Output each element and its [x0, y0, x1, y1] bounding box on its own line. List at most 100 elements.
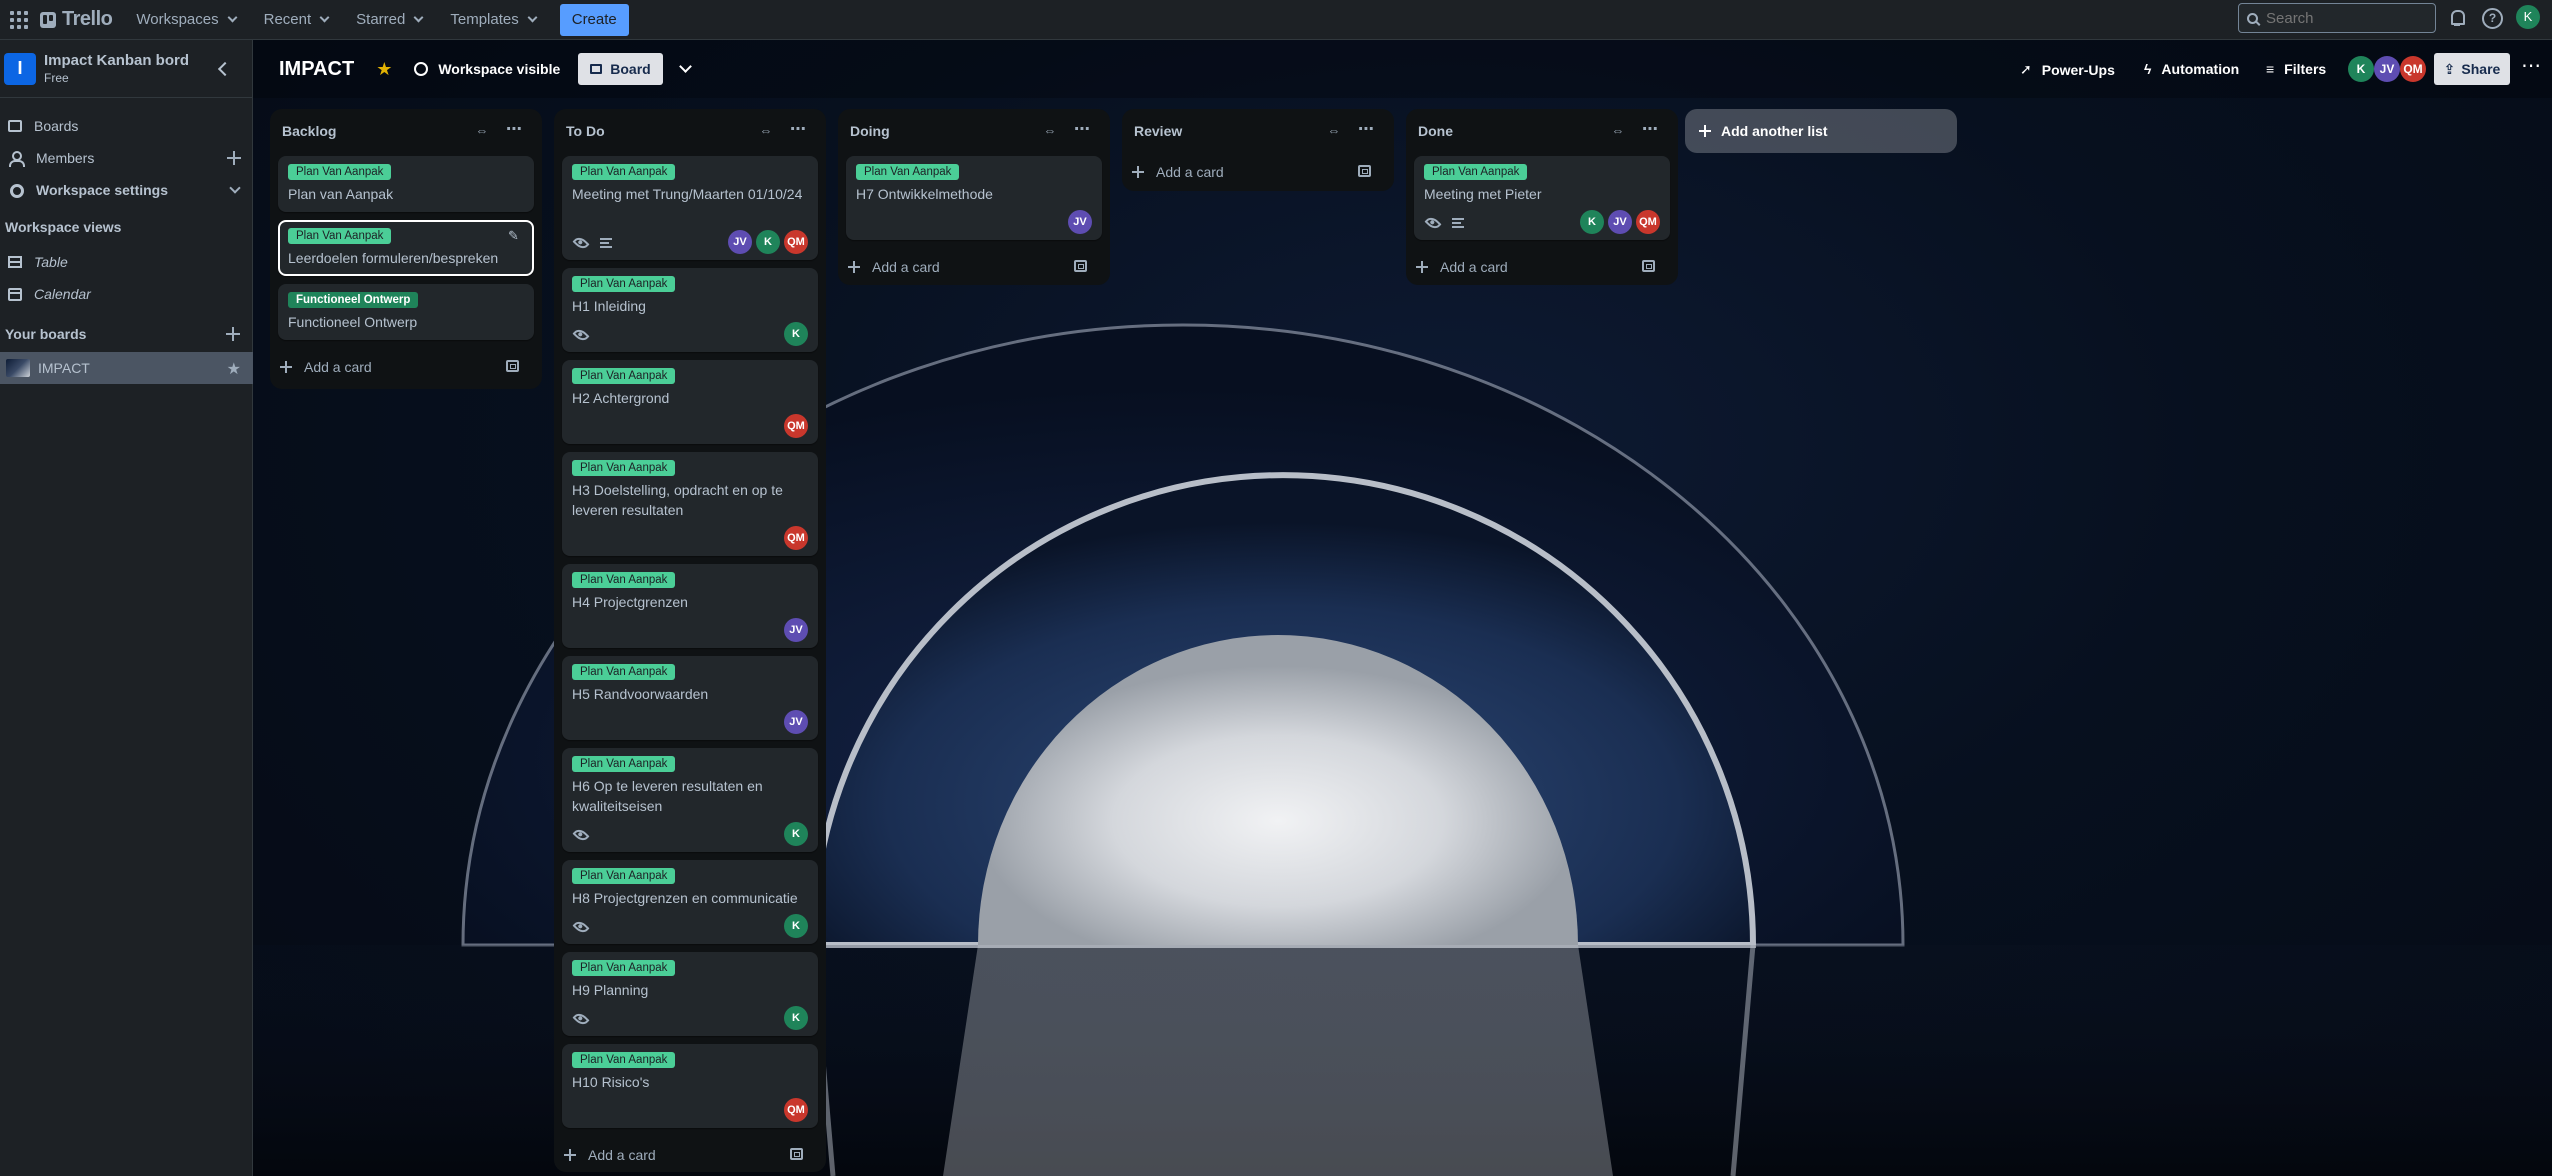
card-label[interactable]: Plan Van Aanpak	[288, 164, 392, 180]
add-card-button[interactable]: Add a card	[1132, 156, 1224, 188]
sidebar-item-table[interactable]: Table	[0, 246, 253, 278]
collapse-sidebar-icon[interactable]	[214, 60, 232, 78]
card[interactable]: Plan Van Aanpak H8 Projectgrenzen en com…	[562, 860, 818, 944]
list-title[interactable]: Backlog	[282, 123, 336, 139]
card[interactable]: Plan Van Aanpak Meeting met Pieter K JV …	[1414, 156, 1670, 240]
card-label[interactable]: Plan Van Aanpak	[572, 572, 676, 588]
list-title[interactable]: Done	[1418, 123, 1453, 139]
add-card-button[interactable]: Add a card	[848, 251, 940, 283]
card-member-avatar[interactable]: QM	[784, 1098, 808, 1122]
workspace-logo[interactable]: I	[4, 52, 36, 85]
create-from-template-icon[interactable]	[1358, 165, 1371, 177]
add-card-button[interactable]: Add a card	[564, 1139, 656, 1171]
board-member-avatar[interactable]: QM	[2400, 56, 2426, 82]
user-avatar[interactable]: K	[2516, 5, 2540, 29]
workspace-name[interactable]: Impact Kanban bord	[44, 52, 189, 70]
create-from-template-icon[interactable]	[1642, 260, 1655, 272]
recent-menu[interactable]: Recent	[252, 4, 341, 36]
board-menu-more-icon[interactable]: ⋯	[2520, 56, 2542, 80]
card-label[interactable]: Plan Van Aanpak	[572, 460, 676, 476]
workspaces-menu[interactable]: Workspaces	[124, 4, 247, 36]
create-from-template-icon[interactable]	[506, 360, 519, 372]
collapse-list-icon[interactable]: ⇔	[1042, 123, 1058, 138]
power-ups-button[interactable]: ➚ Power-Ups	[2020, 61, 2115, 78]
card[interactable]: Plan Van Aanpak H3 Doelstelling, opdrach…	[562, 452, 818, 556]
card-member-avatar[interactable]: QM	[784, 526, 808, 550]
card-member-avatar[interactable]: K	[784, 822, 808, 846]
templates-menu[interactable]: Templates	[438, 4, 547, 36]
help-icon[interactable]	[2480, 7, 2503, 29]
card-label[interactable]: Functioneel Ontwerp	[288, 292, 419, 308]
trello-logo[interactable]: Trello	[40, 8, 113, 31]
list-title[interactable]: Doing	[850, 123, 890, 139]
card-member-avatar[interactable]: K	[784, 914, 808, 938]
list-more-icon[interactable]: ⋯	[1640, 119, 1660, 138]
add-card-button[interactable]: Add a card	[280, 351, 372, 383]
sidebar-item-calendar[interactable]: Calendar	[0, 278, 253, 310]
card-label[interactable]: Plan Van Aanpak	[1424, 164, 1528, 180]
card[interactable]: Plan Van Aanpak H4 Projectgrenzen JV	[562, 564, 818, 648]
collapse-list-icon[interactable]: ⇔	[474, 123, 490, 138]
board-member-avatar[interactable]: JV	[2374, 56, 2400, 82]
add-another-list-button[interactable]: Add another list	[1685, 109, 1957, 153]
list-more-icon[interactable]: ⋯	[1072, 119, 1092, 138]
add-board-plus-icon[interactable]	[226, 327, 240, 341]
collapse-list-icon[interactable]: ⇔	[1610, 123, 1626, 138]
starred-menu[interactable]: Starred	[344, 4, 434, 36]
card-label[interactable]: Plan Van Aanpak	[572, 664, 676, 680]
card-member-avatar[interactable]: K	[1580, 210, 1604, 234]
collapse-list-icon[interactable]: ⇔	[1326, 123, 1342, 138]
filters-button[interactable]: ≡ Filters	[2266, 61, 2326, 77]
board-view-button[interactable]: Board	[578, 53, 663, 85]
card[interactable]: Plan Van Aanpak H2 Achtergrond QM	[562, 360, 818, 444]
card-member-avatar[interactable]: K	[784, 1006, 808, 1030]
star-icon[interactable]: ★	[227, 359, 241, 379]
card-member-avatar[interactable]: JV	[1068, 210, 1092, 234]
app-switcher-icon[interactable]	[6, 7, 32, 33]
card-label[interactable]: Plan Van Aanpak	[572, 1052, 676, 1068]
search-box[interactable]	[2238, 3, 2436, 33]
card-label[interactable]: Plan Van Aanpak	[572, 868, 676, 884]
create-from-template-icon[interactable]	[1074, 260, 1087, 272]
search-input[interactable]	[2266, 9, 2416, 27]
card-label[interactable]: Plan Van Aanpak	[572, 756, 676, 772]
list-more-icon[interactable]: ⋯	[504, 119, 524, 138]
card[interactable]: Plan Van Aanpak H5 Randvoorwaarden JV	[562, 656, 818, 740]
star-board-icon[interactable]: ★	[376, 59, 392, 80]
board-title[interactable]: IMPACT	[279, 58, 354, 81]
sidebar-board-impact[interactable]: IMPACT ★	[0, 352, 253, 384]
list-more-icon[interactable]: ⋯	[1356, 119, 1376, 138]
sidebar-item-workspace-settings[interactable]: Workspace settings	[0, 174, 253, 206]
visibility-button[interactable]: Workspace visible	[414, 61, 560, 77]
share-button[interactable]: ⇪ Share	[2434, 53, 2510, 85]
card-label[interactable]: Plan Van Aanpak	[856, 164, 960, 180]
create-button[interactable]: Create	[559, 3, 629, 36]
card[interactable]: Functioneel Ontwerp Functioneel Ontwerp	[278, 284, 534, 340]
add-member-plus-icon[interactable]	[227, 151, 241, 165]
card-member-avatar[interactable]: QM	[784, 230, 808, 254]
card-label[interactable]: Plan Van Aanpak	[572, 368, 676, 384]
automation-button[interactable]: ϟ Automation	[2144, 61, 2239, 77]
card-member-avatar[interactable]: K	[784, 322, 808, 346]
list-title[interactable]: Review	[1134, 123, 1182, 139]
card-label[interactable]: Plan Van Aanpak	[572, 164, 676, 180]
card-label[interactable]: Plan Van Aanpak	[572, 276, 676, 292]
collapse-list-icon[interactable]: ⇔	[758, 123, 774, 138]
sidebar-item-boards[interactable]: Boards	[0, 110, 253, 142]
card[interactable]: Plan Van Aanpak H7 Ontwikkelmethode JV	[846, 156, 1102, 240]
card-member-avatar[interactable]: JV	[1608, 210, 1632, 234]
card-member-avatar[interactable]: JV	[728, 230, 752, 254]
card[interactable]: Plan Van Aanpak H10 Risico's QM	[562, 1044, 818, 1128]
create-from-template-icon[interactable]	[790, 1148, 803, 1160]
card[interactable]: Plan Van Aanpak Meeting met Trung/Maarte…	[562, 156, 818, 260]
sidebar-item-members[interactable]: Members	[0, 142, 253, 174]
card[interactable]: Plan Van Aanpak H1 Inleiding K	[562, 268, 818, 352]
edit-pencil-icon[interactable]: ✎	[508, 228, 522, 243]
card[interactable]: Plan Van Aanpak H9 Planning K	[562, 952, 818, 1036]
notifications-bell-icon[interactable]	[2446, 7, 2468, 29]
card-label[interactable]: Plan Van Aanpak	[288, 228, 392, 244]
card[interactable]: Plan Van Aanpak H6 Op te leveren resulta…	[562, 748, 818, 852]
board-member-avatar[interactable]: K	[2348, 56, 2374, 82]
add-card-button[interactable]: Add a card	[1416, 251, 1508, 283]
list-more-icon[interactable]: ⋯	[788, 119, 808, 138]
